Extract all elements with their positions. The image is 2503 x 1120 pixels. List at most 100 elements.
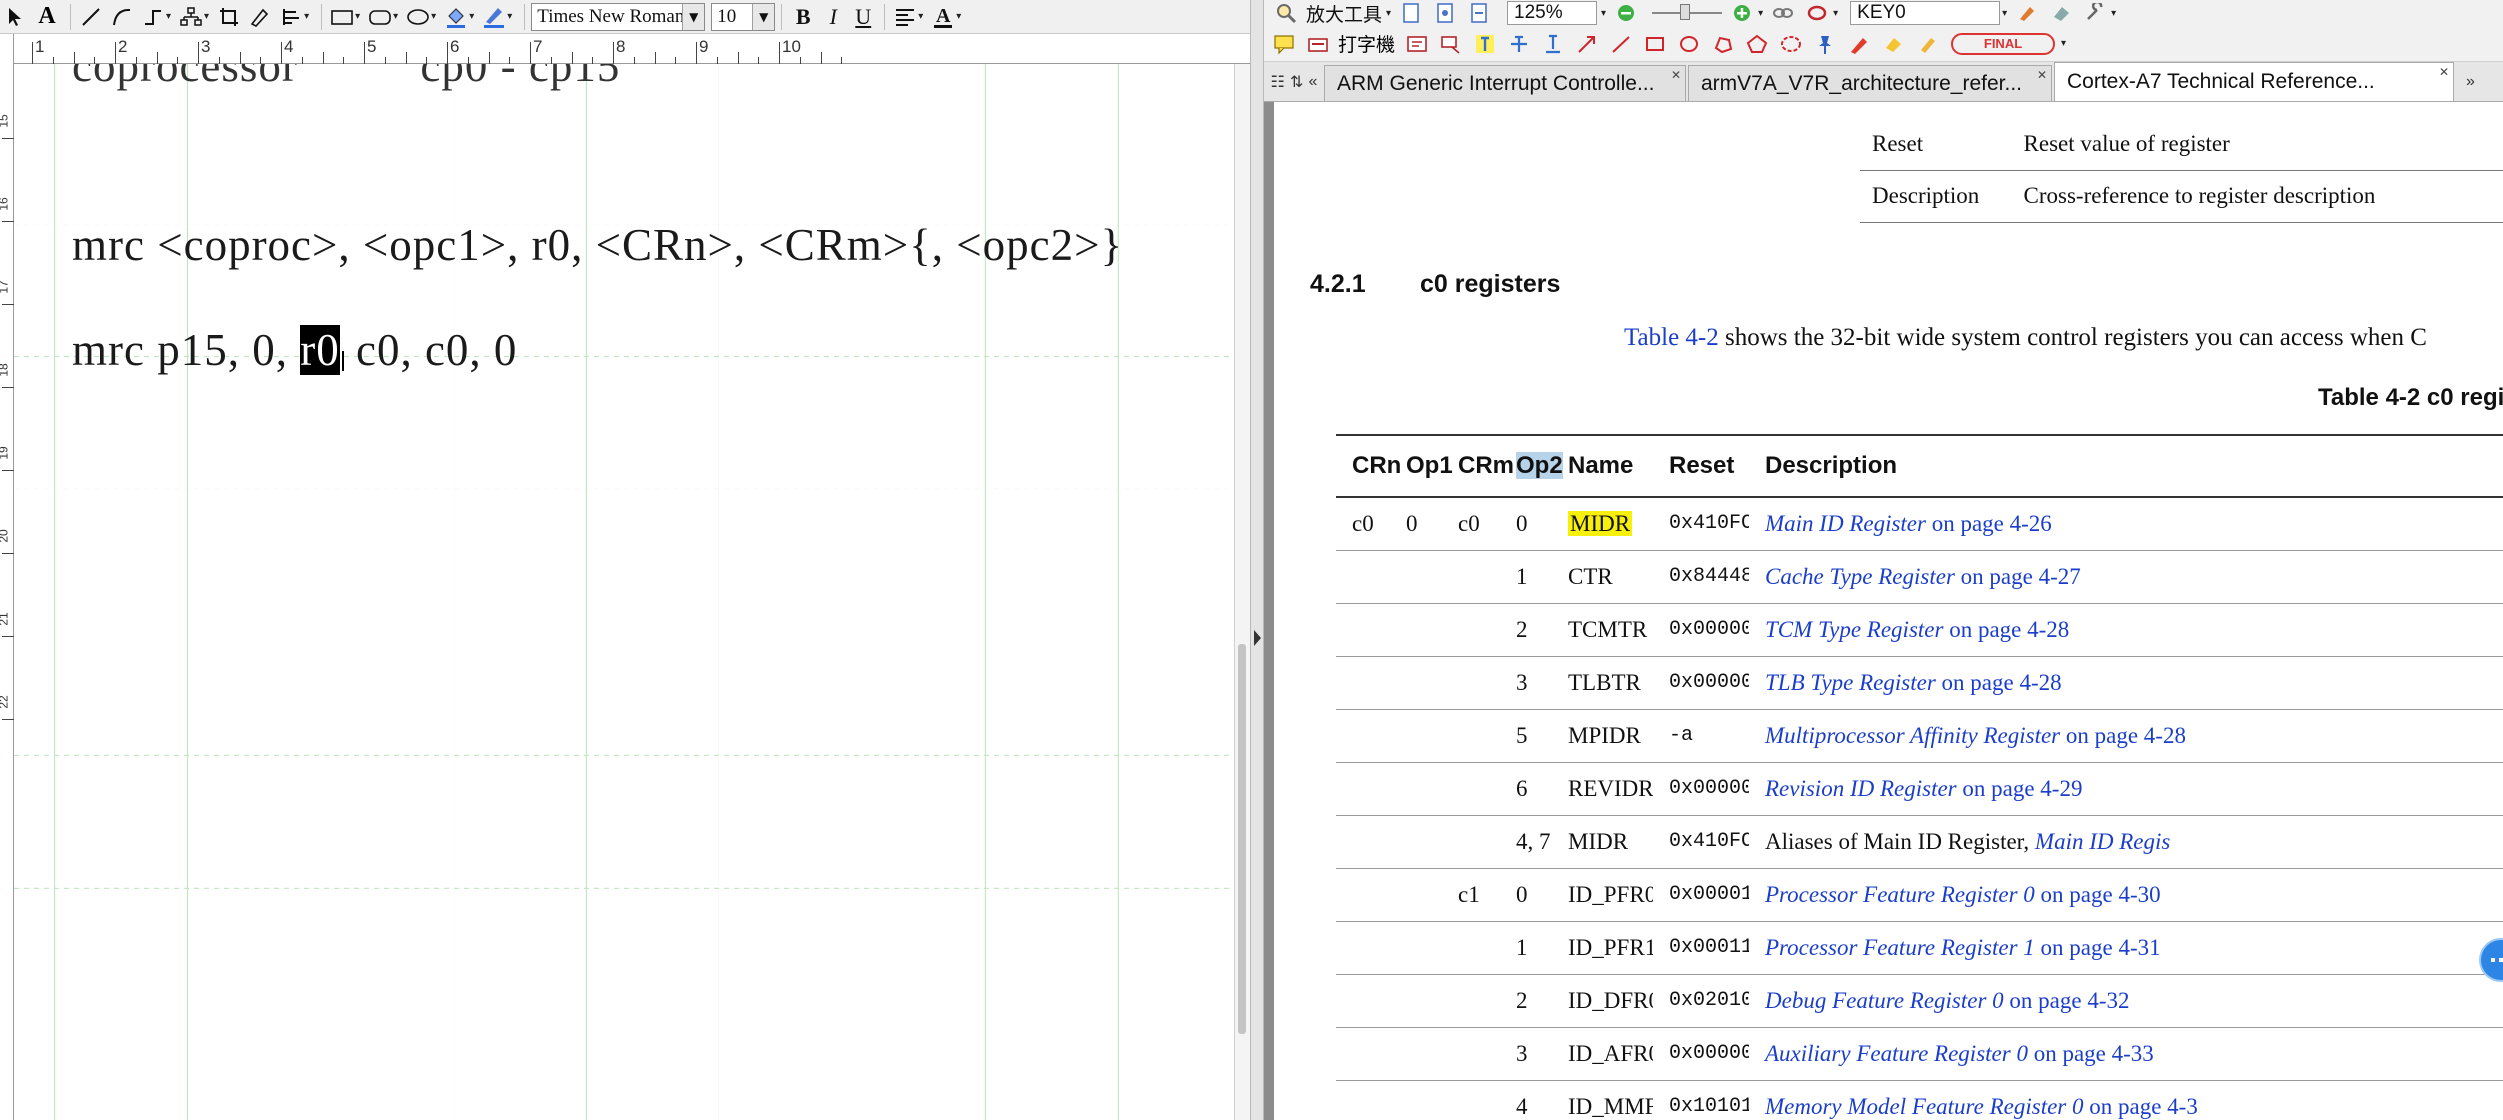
cell-description[interactable]: Revision ID Register on page 4-29 <box>1749 762 2503 816</box>
typewriter-label[interactable]: 打字機 <box>1338 30 1395 57</box>
chevron-down-icon[interactable]: ▾ <box>2061 38 2066 49</box>
pane-splitter[interactable] <box>1250 0 1264 1120</box>
font-family-select[interactable]: Times New Roman ▼ <box>531 2 706 31</box>
page-reference-link[interactable]: on page 4-33 <box>2028 1041 2154 1066</box>
tab-list-icon[interactable]: ☷ <box>1271 72 1285 92</box>
close-icon[interactable]: ✕ <box>2439 65 2449 79</box>
actual-size-icon[interactable] <box>1397 0 1425 27</box>
cloud-draw-icon[interactable] <box>1777 30 1805 58</box>
chevron-down-icon[interactable]: ▾ <box>956 11 961 22</box>
scrollbar-thumb[interactable] <box>1238 644 1246 1034</box>
drawing-canvas[interactable]: coprocessor cp0 - cp15 mrc <coproc>, <op… <box>14 64 1234 1120</box>
cell-description[interactable]: Aliases of Main ID Register, Main ID Reg… <box>1749 815 2503 869</box>
text-color-icon[interactable]: A <box>929 2 957 32</box>
tab-prev-icon[interactable]: « <box>1309 73 1318 91</box>
ellipse-tool-icon[interactable] <box>404 2 432 32</box>
font-size-select[interactable]: 10 ▼ <box>711 2 776 31</box>
page-reference-link[interactable]: on page 4-28 <box>2060 723 2186 748</box>
fill-color-icon[interactable] <box>442 2 470 32</box>
zoom-level-input[interactable]: 125% <box>1507 1 1598 25</box>
table-4-2-link[interactable]: Table 4-2 <box>1624 324 1719 351</box>
page-reference-link[interactable]: on page 4-29 <box>1957 776 2082 801</box>
page-reference-link[interactable]: on page 4-30 <box>2035 882 2161 907</box>
page-reference-link[interactable]: on page 4-31 <box>2035 935 2161 960</box>
chevron-down-icon[interactable]: ▾ <box>507 11 512 22</box>
register-link[interactable]: Processor Feature Register 1 <box>1765 935 2035 960</box>
cell-description[interactable]: Memory Model Feature Register 0 on page … <box>1749 1080 2503 1120</box>
zoom-slider-thumb[interactable] <box>1680 4 1691 20</box>
stamp-tool-icon[interactable] <box>1803 0 1831 27</box>
page-reference-link[interactable]: on page 4-32 <box>2004 988 2129 1013</box>
pushpin-icon[interactable] <box>1811 30 1839 58</box>
freehand-tool-icon[interactable] <box>246 2 274 32</box>
pdf-page-content[interactable]: Reset Reset value of register Description C… <box>1264 102 2503 1120</box>
page-reference-link[interactable]: on page 4-27 <box>1955 564 2081 589</box>
register-link[interactable]: TCM Type Register <box>1765 617 1943 642</box>
underline-button[interactable]: U <box>848 3 878 31</box>
textbox-icon[interactable] <box>1403 30 1431 58</box>
tab-armv7a-reference[interactable]: armV7A_V7R_architecture_refer... ✕ <box>1688 65 2052 101</box>
register-link[interactable]: Auxiliary Feature Register 0 <box>1765 1041 2028 1066</box>
line-color-icon[interactable] <box>480 2 508 32</box>
polygon-draw-icon[interactable] <box>1709 30 1737 58</box>
chevron-down-icon[interactable]: ▾ <box>304 11 309 22</box>
zoom-slider[interactable] <box>1652 4 1723 20</box>
register-link[interactable]: Revision ID Register <box>1765 776 1957 801</box>
page-reference-link[interactable]: on page 4-28 <box>1936 670 2062 695</box>
underline-text-icon[interactable] <box>1539 30 1567 58</box>
chevron-down-icon[interactable]: ▾ <box>2002 8 2007 19</box>
fit-page-icon[interactable] <box>1431 0 1459 27</box>
chevron-down-icon[interactable]: ▾ <box>166 11 171 22</box>
cell-description[interactable]: TCM Type Register on page 4-28 <box>1749 603 2503 657</box>
highlighter-key-icon[interactable] <box>2013 0 2041 27</box>
pentagon-draw-icon[interactable] <box>1743 30 1771 58</box>
rounded-rect-tool-icon[interactable] <box>366 2 394 32</box>
align-tool-icon[interactable] <box>277 2 305 32</box>
highlight-text-icon[interactable] <box>1471 30 1499 58</box>
oval-draw-icon[interactable] <box>1675 30 1703 58</box>
text-tool-icon[interactable]: A <box>33 2 61 32</box>
chevron-down-icon[interactable]: ▾ <box>918 11 923 22</box>
page-reference-link[interactable]: on page 4-26 <box>1926 511 2052 536</box>
arrow-draw-icon[interactable] <box>1573 30 1601 58</box>
line-draw-icon[interactable] <box>1607 30 1635 58</box>
page-reference-link[interactable]: on page 4-3 <box>2084 1094 2198 1119</box>
cell-description[interactable]: Processor Feature Register 1 on page 4-3… <box>1749 921 2503 975</box>
selected-text[interactable]: r0 <box>300 325 340 375</box>
chevron-down-icon[interactable]: ▾ <box>204 11 209 22</box>
register-link[interactable]: Debug Feature Register 0 <box>1765 988 2004 1013</box>
register-link[interactable]: TLB Type Register <box>1765 670 1936 695</box>
eraser-key-icon[interactable] <box>2047 0 2075 27</box>
mrc-syntax-line[interactable]: mrc <coproc>, <opc1>, r0, <CRn>, <CRm>{,… <box>72 219 1123 271</box>
select-arrow-tool-icon[interactable] <box>2 2 30 32</box>
eraser-icon[interactable] <box>1879 30 1907 58</box>
line-tool-icon[interactable] <box>77 2 105 32</box>
rectangle-draw-icon[interactable] <box>1641 30 1669 58</box>
chevron-down-icon[interactable]: ▾ <box>1386 8 1391 19</box>
curve-tool-icon[interactable] <box>108 2 136 32</box>
chevron-down-icon[interactable]: ▾ <box>2111 8 2116 19</box>
link-tool-icon[interactable] <box>1769 0 1797 27</box>
cell-description[interactable]: Multiprocessor Affinity Register on page… <box>1749 709 2503 763</box>
cell-description[interactable]: Auxiliary Feature Register 0 on page 4-3… <box>1749 1027 2503 1081</box>
close-icon[interactable]: ✕ <box>2037 68 2047 82</box>
rectangle-tool-icon[interactable] <box>328 2 356 32</box>
register-link[interactable]: Multiprocessor Affinity Register <box>1765 723 2060 748</box>
callout-icon[interactable] <box>1437 30 1465 58</box>
cell-description[interactable]: TLB Type Register on page 4-28 <box>1749 656 2503 710</box>
mrc-example-line[interactable]: mrc p15, 0, r0 c0, c0, 0 <box>72 324 517 376</box>
cell-description[interactable]: Cache Type Register on page 4-27 <box>1749 550 2503 604</box>
italic-button[interactable]: I <box>818 3 848 31</box>
chevron-down-icon[interactable]: ▾ <box>469 11 474 22</box>
fit-width-icon[interactable] <box>1465 0 1493 27</box>
chevron-down-icon[interactable]: ▾ <box>1758 8 1763 19</box>
final-stamp-badge[interactable]: FINAL <box>1951 32 2056 55</box>
zoom-out-icon[interactable] <box>1612 0 1640 27</box>
register-link[interactable]: Cache Type Register <box>1765 564 1955 589</box>
chevron-down-icon[interactable]: ▼ <box>752 3 775 30</box>
editor-vertical-scrollbar[interactable] <box>1234 64 1250 1120</box>
tab-cortex-a7-reference[interactable]: Cortex-A7 Technical Reference... ✕ <box>2054 62 2454 101</box>
tab-next-icon[interactable]: » <box>2456 63 2475 101</box>
tab-sort-icon[interactable]: ⇅ <box>1290 72 1303 92</box>
chevron-down-icon[interactable]: ▾ <box>355 11 360 22</box>
